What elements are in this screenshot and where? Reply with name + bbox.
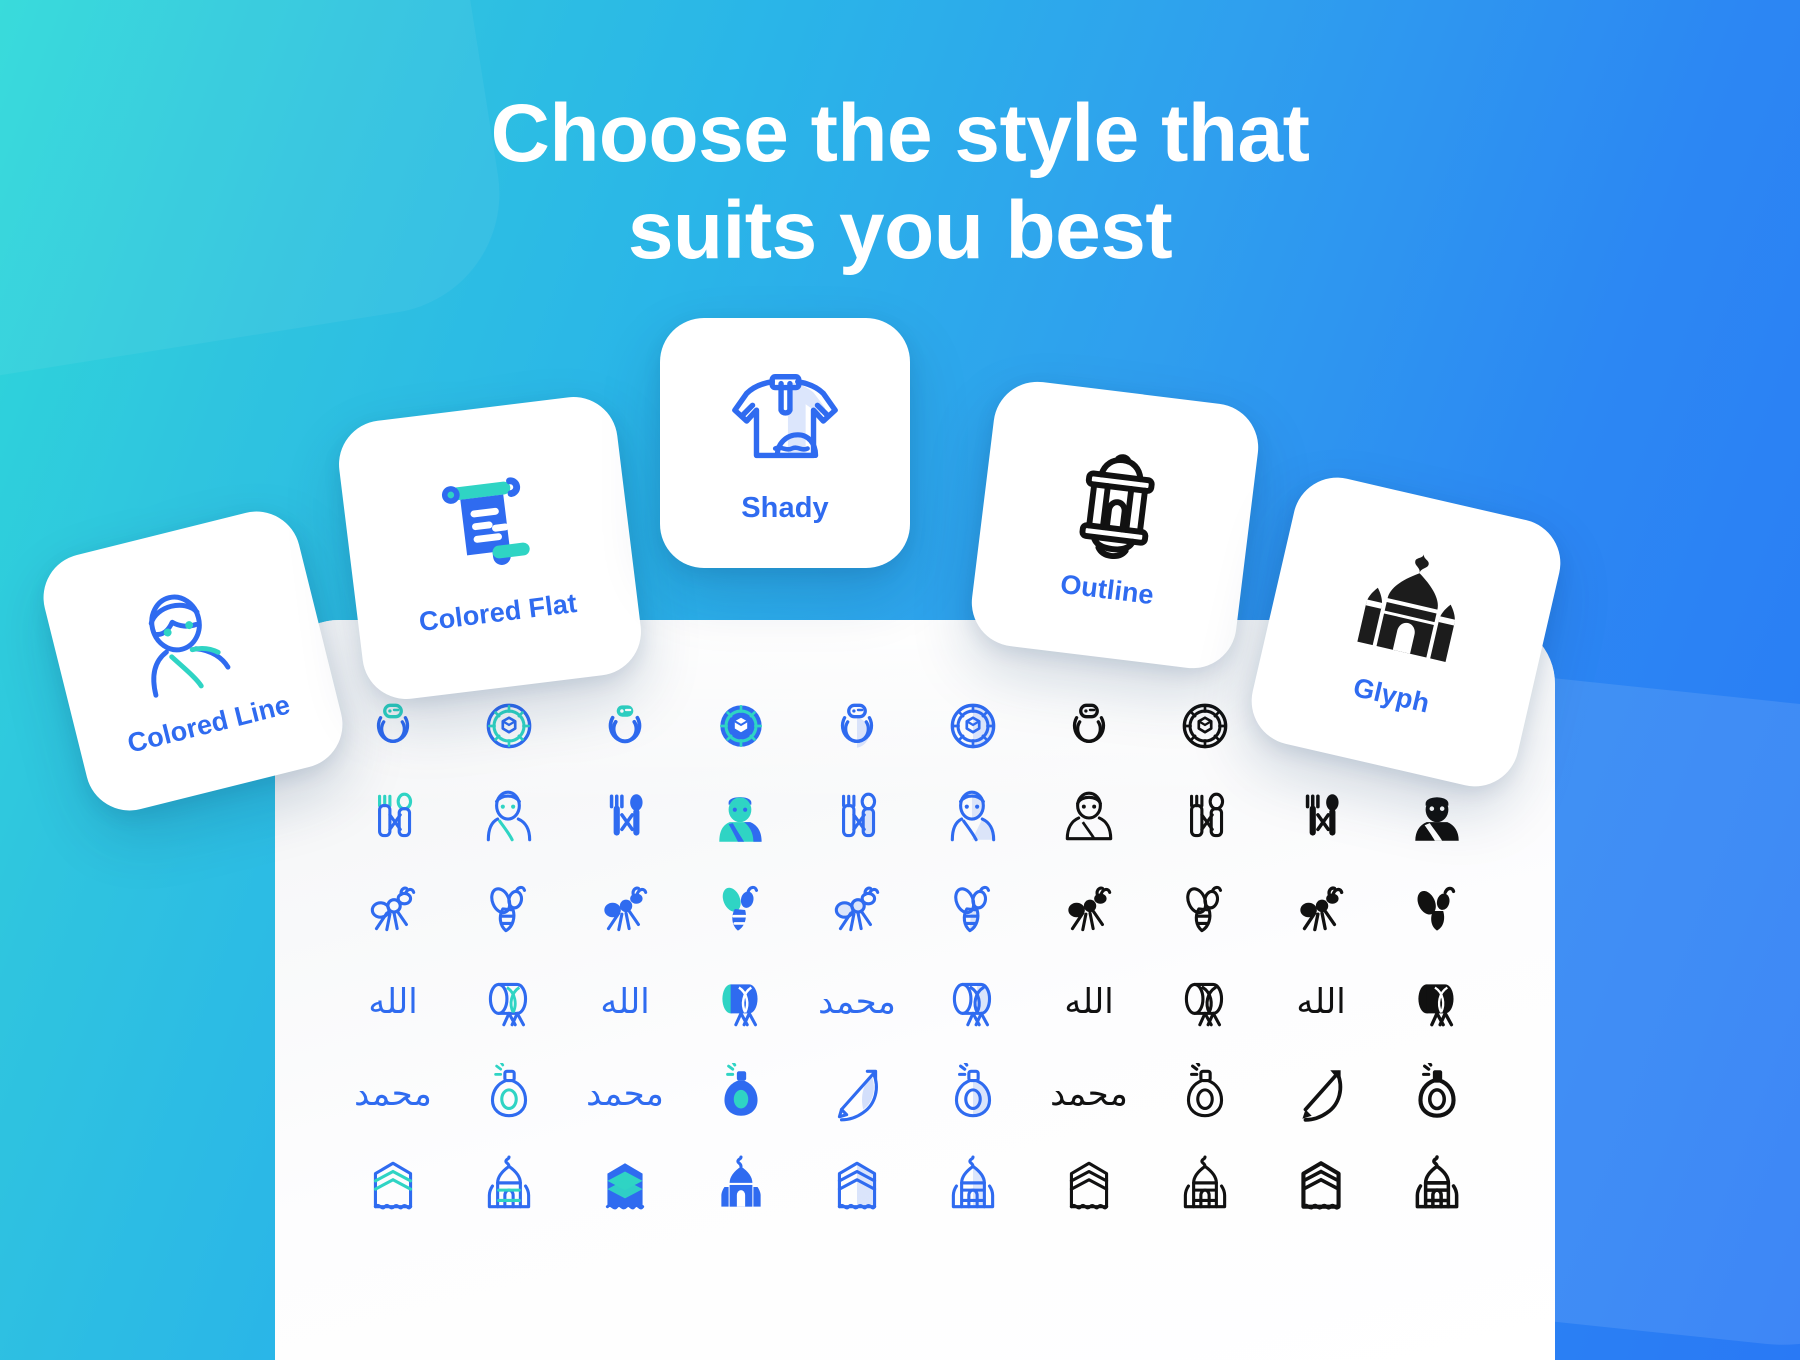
page-title: Choose the style that suits you best [0, 86, 1800, 280]
style-card-shady[interactable]: Shady [660, 318, 910, 568]
grid-icon-mosque-shady[interactable] [942, 1155, 1004, 1217]
grid-icon-allah-calligraphy-glyph[interactable]: الله [1290, 971, 1352, 1033]
grid-icon-bow-arrow-shady[interactable] [826, 1063, 888, 1125]
grid-icon-mosque-glyph[interactable] [1406, 1155, 1468, 1217]
grid-icon-ring-outline[interactable] [1058, 695, 1120, 757]
grid-icon-mosque-colored-line[interactable] [478, 1155, 540, 1217]
style-card-outline[interactable]: Outline [966, 376, 1264, 674]
grid-icon-muslim-man-shady[interactable] [942, 787, 1004, 849]
person-line-icon [116, 569, 259, 712]
grid-icon-drum-colored-flat[interactable] [710, 971, 772, 1033]
grid-icon-bow-arrow-glyph[interactable] [1290, 1063, 1352, 1125]
icon-preview-grid: الله الله محمد الله الله محمد محمد محمد [335, 680, 1495, 1232]
arabic-muhammad-text: محمد [586, 1074, 664, 1114]
grid-icon-kaaba-colored-line[interactable] [362, 1155, 424, 1217]
arabic-allah-text: الله [1296, 982, 1346, 1022]
grid-icon-bee-outline[interactable] [1174, 879, 1236, 941]
style-card-label: Outline [1058, 568, 1156, 610]
grid-icon-cutlery-colored-flat[interactable] [594, 787, 656, 849]
style-card-label: Colored Flat [417, 587, 579, 637]
grid-icon-perfume-colored-line[interactable] [478, 1063, 540, 1125]
grid-icon-perfume-shady[interactable] [942, 1063, 1004, 1125]
grid-icon-drum-shady[interactable] [942, 971, 1004, 1033]
grid-icon-ant-outline[interactable] [1058, 879, 1120, 941]
grid-icon-muhammad-calligraphy-shady[interactable]: محمد [818, 971, 896, 1033]
grid-icon-mosque-outline[interactable] [1174, 1155, 1236, 1217]
style-card-colored-flat[interactable]: Colored Flat [333, 391, 647, 705]
lantern-outline-icon [1052, 438, 1184, 570]
grid-icon-ring-colored-flat[interactable] [594, 695, 656, 757]
grid-icon-muhammad-calligraphy-colored-line[interactable]: محمد [354, 1063, 432, 1125]
grid-icon-cutlery-outline[interactable] [1174, 787, 1236, 849]
grid-icon-mosque-colored-flat[interactable] [710, 1155, 772, 1217]
grid-icon-bee-colored-line[interactable] [478, 879, 540, 941]
grid-icon-drum-glyph[interactable] [1406, 971, 1468, 1033]
grid-icon-ring-shady[interactable] [826, 695, 888, 757]
page-title-line-2: suits you best [627, 184, 1173, 276]
grid-icon-kaaba-outline[interactable] [1058, 1155, 1120, 1217]
promo-banner: Choose the style that suits you best الل… [0, 0, 1800, 1360]
thobe-shady-icon [726, 362, 844, 480]
grid-icon-allah-calligraphy-outline[interactable]: الله [1058, 971, 1120, 1033]
scroll-flat-icon [422, 461, 554, 593]
grid-icon-drum-colored-line[interactable] [478, 971, 540, 1033]
grid-icon-cutlery-colored-line[interactable] [362, 787, 424, 849]
arabic-allah-text: الله [600, 982, 650, 1022]
grid-icon-ring-colored-line[interactable] [362, 695, 424, 757]
grid-icon-muhammad-calligraphy-colored-flat[interactable]: محمد [586, 1063, 664, 1125]
grid-icon-kaaba-compass-outline[interactable] [1174, 695, 1236, 757]
grid-icon-kaaba-shady[interactable] [826, 1155, 888, 1217]
grid-icon-perfume-glyph[interactable] [1406, 1063, 1468, 1125]
grid-icon-kaaba-compass-shady[interactable] [942, 695, 1004, 757]
page-title-line-1: Choose the style that [490, 88, 1310, 179]
arabic-allah-text: الله [368, 982, 418, 1022]
style-card-label: Shady [741, 491, 829, 524]
grid-icon-cutlery-shady[interactable] [826, 787, 888, 849]
grid-icon-ant-glyph[interactable] [1290, 879, 1352, 941]
grid-icon-cutlery-glyph[interactable] [1290, 787, 1352, 849]
grid-icon-ant-shady[interactable] [826, 879, 888, 941]
grid-icon-muslim-man-outline[interactable] [1058, 787, 1120, 849]
grid-icon-bee-shady[interactable] [942, 879, 1004, 941]
arabic-muhammad-text: محمد [818, 982, 896, 1022]
grid-icon-perfume-colored-flat[interactable] [710, 1063, 772, 1125]
style-card-label: Glyph [1350, 671, 1433, 719]
grid-icon-kaaba-glyph[interactable] [1290, 1155, 1352, 1217]
grid-icon-perfume-outline[interactable] [1174, 1063, 1236, 1125]
grid-icon-muslim-man-colored-line[interactable] [478, 787, 540, 849]
grid-icon-muslim-man-glyph[interactable] [1406, 787, 1468, 849]
grid-icon-bee-colored-flat[interactable] [710, 879, 772, 941]
arabic-allah-text: الله [1064, 982, 1114, 1022]
mosque-glyph-icon [1340, 540, 1482, 682]
grid-icon-bee-glyph[interactable] [1406, 879, 1468, 941]
grid-icon-kaaba-compass-colored-line[interactable] [478, 695, 540, 757]
grid-icon-kaaba-colored-flat[interactable] [594, 1155, 656, 1217]
grid-icon-allah-calligraphy-colored-line[interactable]: الله [362, 971, 424, 1033]
grid-icon-muhammad-calligraphy-outline[interactable]: محمد [1050, 1063, 1128, 1125]
grid-icon-drum-outline[interactable] [1174, 971, 1236, 1033]
arabic-muhammad-text: محمد [1050, 1074, 1128, 1114]
grid-icon-ant-colored-flat[interactable] [594, 879, 656, 941]
grid-icon-muslim-man-colored-flat[interactable] [710, 787, 772, 849]
grid-icon-ant-colored-line[interactable] [362, 879, 424, 941]
grid-icon-allah-calligraphy-colored-flat[interactable]: الله [594, 971, 656, 1033]
grid-icon-kaaba-compass-colored-flat[interactable] [710, 695, 772, 757]
arabic-muhammad-text: محمد [354, 1074, 432, 1114]
